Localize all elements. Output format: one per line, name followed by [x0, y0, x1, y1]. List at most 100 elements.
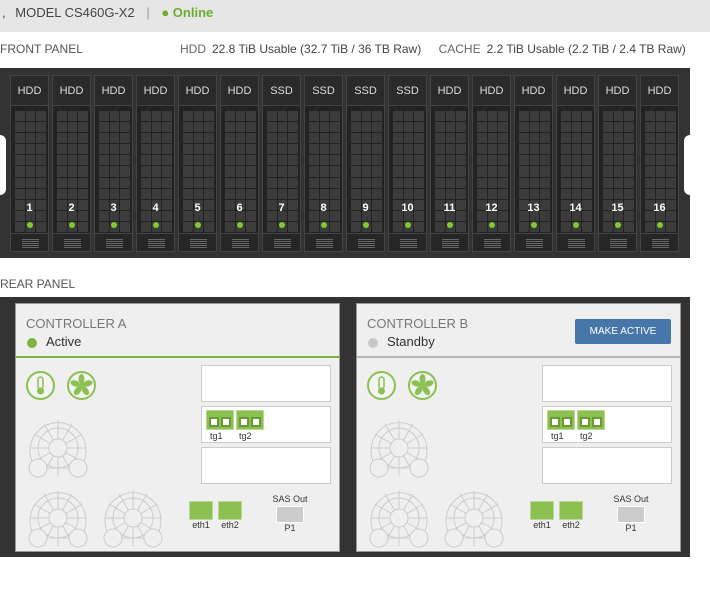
tg2-port[interactable] — [577, 410, 605, 430]
drive-bay[interactable]: SSD 8 — [304, 75, 343, 252]
drive-bay[interactable]: HDD 3 — [94, 75, 133, 252]
controller-status-dot — [27, 338, 37, 348]
drive-number: 15 — [611, 202, 624, 214]
eth1-port[interactable]: eth1 — [188, 501, 214, 530]
drive-vent — [221, 233, 258, 251]
controller-state: Active — [46, 334, 82, 349]
drive-status-led — [321, 222, 327, 228]
expansion-slot-2: tg1 tg2 — [542, 406, 672, 443]
drive-bay[interactable]: HDD 15 — [598, 75, 637, 252]
model-name: MODEL CS460G-X2 — [15, 5, 135, 20]
drive-status-led — [69, 222, 75, 228]
tg2-port[interactable] — [236, 410, 264, 430]
drive-bay[interactable]: HDD 12 — [472, 75, 511, 252]
cache-capacity: 2.2 TiB Usable (2.2 TiB / 2.4 TB Raw) — [486, 42, 686, 56]
make-active-button[interactable]: MAKE ACTIVE — [575, 319, 671, 344]
expansion-slot-1 — [201, 365, 331, 402]
eth1-port[interactable]: eth1 — [529, 501, 555, 530]
chassis-handle-left — [0, 135, 6, 195]
p1-label: P1 — [284, 523, 296, 533]
thermometer-icon[interactable] — [367, 371, 396, 400]
expansion-slot-2: tg1 tg2 — [201, 406, 331, 443]
cache-key: CACHE — [438, 42, 481, 56]
drive-number: 6 — [236, 202, 243, 214]
fan-icon[interactable] — [67, 371, 96, 400]
fan-module — [367, 486, 431, 555]
drive-bay[interactable]: SSD 10 — [388, 75, 427, 252]
drive-type: HDD — [599, 76, 636, 106]
chassis-handle-right — [684, 135, 690, 195]
drive-vent — [641, 233, 678, 251]
controller-a: CONTROLLER A Active tg1 tg2 eth1 eth2 SA… — [15, 303, 340, 552]
drive-bay[interactable]: HDD 1 — [10, 75, 49, 252]
drive-vent — [599, 233, 636, 251]
drive-bay[interactable]: SSD 9 — [346, 75, 385, 252]
tg1-label: tg1 — [210, 431, 223, 441]
sas-out-port[interactable]: SAS Out P1 — [270, 494, 310, 533]
fan-icon[interactable] — [408, 371, 437, 400]
drive-number: 16 — [653, 202, 666, 214]
controller-title: CONTROLLER A — [26, 316, 127, 331]
drive-type: HDD — [11, 76, 48, 106]
drive-bay[interactable]: HDD 11 — [430, 75, 469, 252]
drive-number: 12 — [485, 202, 498, 214]
eth2-label: eth2 — [221, 520, 239, 530]
drive-type: HDD — [137, 76, 174, 106]
drive-status-led — [153, 222, 159, 228]
sas-out-port[interactable]: SAS Out P1 — [611, 494, 651, 533]
drive-bay[interactable]: HDD 16 — [640, 75, 679, 252]
drive-number: 5 — [194, 202, 201, 214]
tg1-port[interactable] — [547, 410, 575, 430]
drive-status-led — [405, 222, 411, 228]
drive-number: 11 — [443, 202, 456, 214]
thermometer-icon[interactable] — [26, 371, 55, 400]
drive-bay[interactable]: HDD 13 — [514, 75, 553, 252]
drive-vent — [137, 233, 174, 251]
fan-module — [26, 486, 90, 555]
drive-bay[interactable]: HDD 6 — [220, 75, 259, 252]
drive-type: SSD — [347, 76, 384, 106]
drive-bay[interactable]: SSD 7 — [262, 75, 301, 252]
controller-b: CONTROLLER B Standby MAKE ACTIVE tg1 tg2… — [356, 303, 681, 552]
drive-type: HDD — [431, 76, 468, 106]
drive-bay[interactable]: HDD 5 — [178, 75, 217, 252]
front-panel-label: FRONT PANEL — [0, 42, 83, 56]
drive-type: SSD — [305, 76, 342, 106]
fan-module — [442, 486, 506, 555]
drive-vent — [263, 233, 300, 251]
expansion-slot-1 — [542, 365, 672, 402]
tg1-port[interactable] — [206, 410, 234, 430]
p1-label: P1 — [625, 523, 637, 533]
drive-bay[interactable]: HDD 4 — [136, 75, 175, 252]
eth1-label: eth1 — [192, 520, 210, 530]
controller-state: Standby — [387, 334, 435, 349]
drive-type: SSD — [263, 76, 300, 106]
header-prefix: , — [2, 5, 6, 20]
drive-vent — [473, 233, 510, 251]
drive-vent — [53, 233, 90, 251]
capacity-summary: HDD 22.8 TiB Usable (32.7 TiB / 36 TB Raw… — [180, 42, 686, 56]
sas-out-label: SAS Out — [272, 494, 308, 504]
drive-vent — [389, 233, 426, 251]
drive-bay[interactable]: HDD 14 — [556, 75, 595, 252]
drive-number: 2 — [68, 202, 75, 214]
drive-status-led — [573, 222, 579, 228]
drive-number: 10 — [401, 202, 414, 214]
drive-type: HDD — [641, 76, 678, 106]
drive-vent — [95, 233, 132, 251]
hdd-key: HDD — [180, 42, 206, 56]
eth2-port[interactable]: eth2 — [217, 501, 243, 530]
drive-status-led — [27, 222, 33, 228]
expansion-slot-3 — [542, 447, 672, 484]
hdd-capacity: 22.8 TiB Usable (32.7 TiB / 36 TB Raw) — [212, 42, 422, 56]
drive-status-led — [195, 222, 201, 228]
drive-vent — [11, 233, 48, 251]
drive-type: HDD — [179, 76, 216, 106]
drive-vent — [431, 233, 468, 251]
drive-number: 4 — [152, 202, 159, 214]
drive-number: 3 — [110, 202, 117, 214]
drive-vent — [305, 233, 342, 251]
drive-number: 13 — [527, 202, 540, 214]
drive-bay[interactable]: HDD 2 — [52, 75, 91, 252]
eth2-port[interactable]: eth2 — [558, 501, 584, 530]
